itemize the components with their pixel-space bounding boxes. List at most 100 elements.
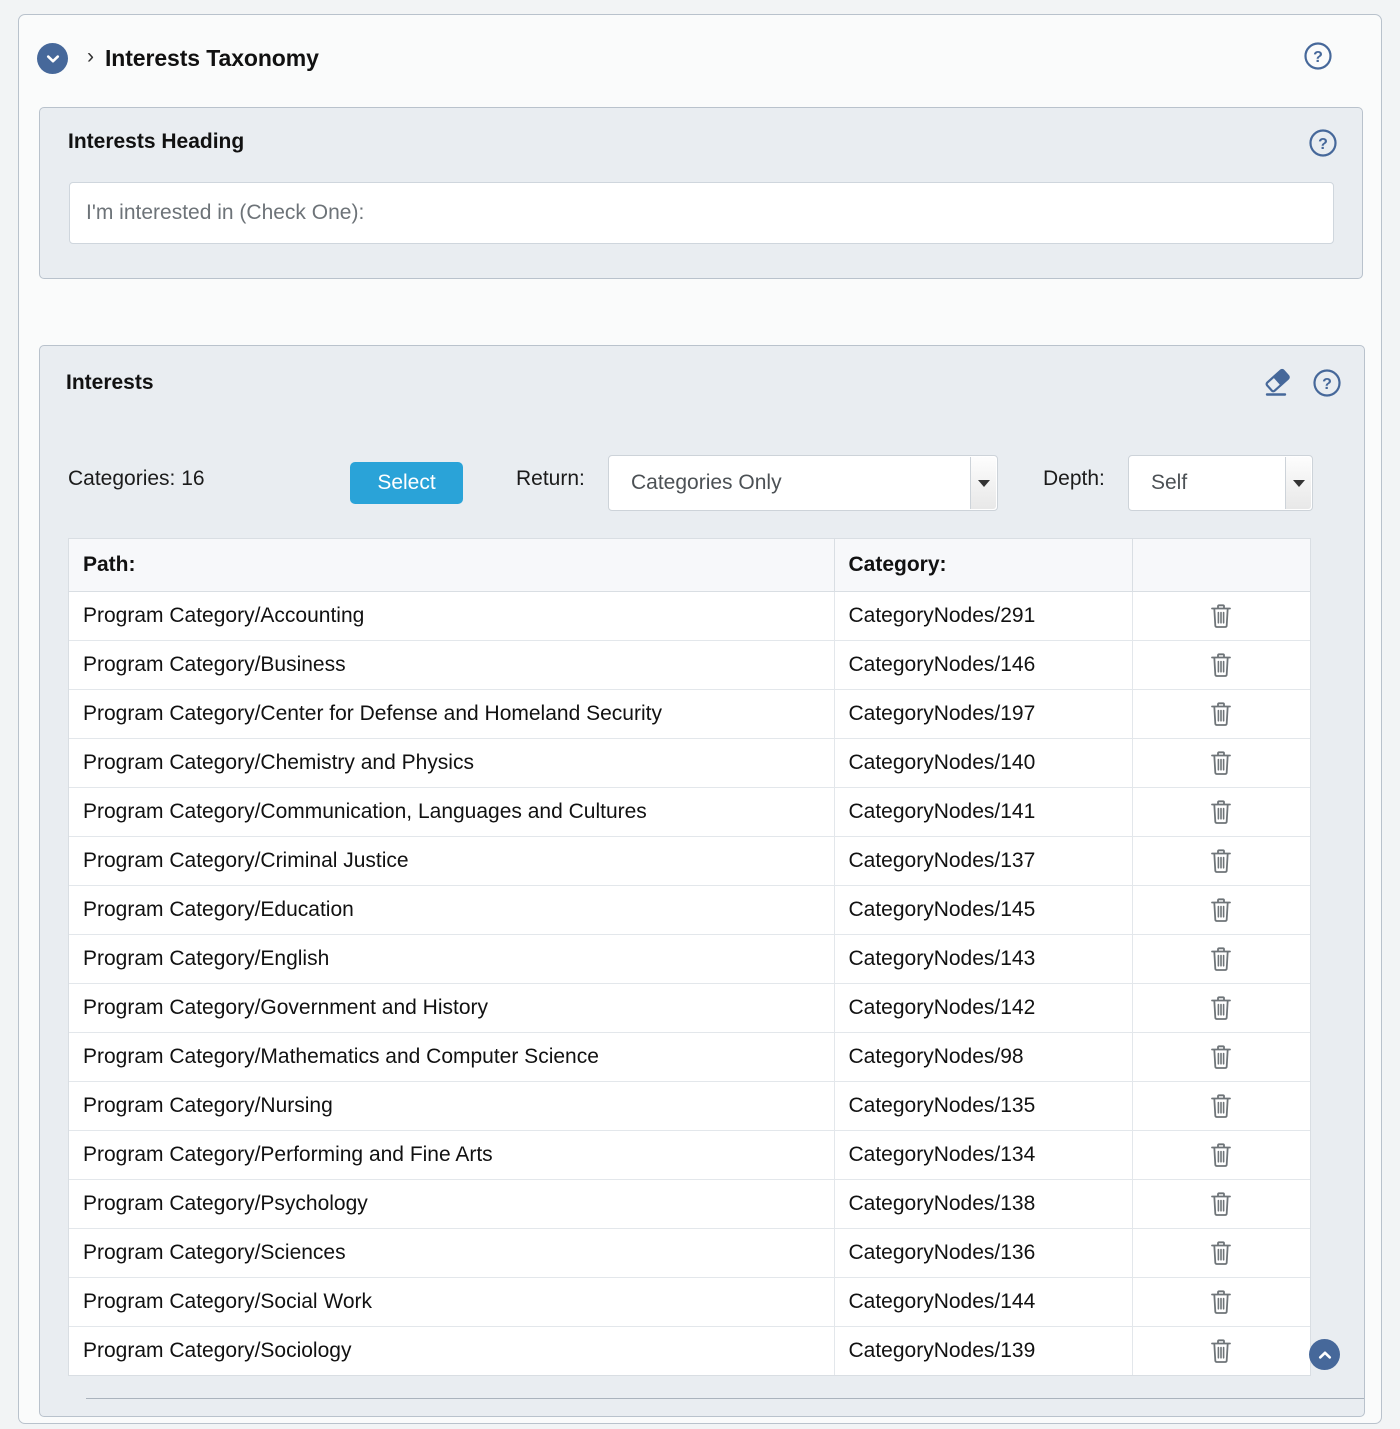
svg-text:?: ? xyxy=(1318,136,1328,153)
trash-icon[interactable] xyxy=(1209,1241,1233,1265)
chevron-down-icon xyxy=(970,457,996,509)
table-row: Program Category/Government and History C… xyxy=(69,983,1310,1033)
cell-actions xyxy=(1132,1032,1310,1082)
svg-text:?: ? xyxy=(1313,49,1323,66)
cell-actions xyxy=(1132,689,1310,739)
cell-path: Program Category/Social Work xyxy=(69,1277,835,1327)
interests-controls: Categories: 16 Select Return: Categories… xyxy=(68,451,1328,513)
table-row: Program Category/Criminal Justice Categor… xyxy=(69,836,1310,886)
cell-category: CategoryNodes/144 xyxy=(834,1277,1133,1327)
return-select[interactable]: Categories Only xyxy=(608,455,998,511)
interests-taxonomy-section: › Interests Taxonomy ? Interests Heading… xyxy=(18,14,1382,1424)
column-header-category: Category: xyxy=(834,539,1133,592)
section-header: › Interests Taxonomy ? xyxy=(19,15,1381,93)
cell-category: CategoryNodes/141 xyxy=(834,787,1133,837)
cell-category: CategoryNodes/139 xyxy=(834,1326,1133,1375)
table-row: Program Category/Communication, Language… xyxy=(69,787,1310,837)
trash-icon[interactable] xyxy=(1209,1192,1233,1216)
cell-path: Program Category/Center for Defense and … xyxy=(69,689,835,739)
cell-path: Program Category/Sociology xyxy=(69,1326,835,1375)
return-label: Return: xyxy=(516,467,585,490)
cell-actions xyxy=(1132,1130,1310,1180)
cell-category: CategoryNodes/197 xyxy=(834,689,1133,739)
interests-panel-title: Interests xyxy=(66,371,154,394)
table-row: Program Category/Education CategoryNodes/… xyxy=(69,885,1310,935)
interests-heading-title: Interests Heading xyxy=(68,130,245,153)
cell-path: Program Category/Psychology xyxy=(69,1179,835,1229)
panel-footer-divider xyxy=(86,1398,1364,1399)
cell-category: CategoryNodes/138 xyxy=(834,1179,1133,1229)
trash-icon[interactable] xyxy=(1209,996,1233,1020)
table-row: Program Category/Chemistry and Physics Ca… xyxy=(69,738,1310,788)
table-row: Program Category/Social Work CategoryNode… xyxy=(69,1277,1310,1327)
trash-icon[interactable] xyxy=(1209,1094,1233,1118)
interests-panel-tools: ? xyxy=(1262,368,1342,398)
trash-icon[interactable] xyxy=(1209,1290,1233,1314)
cell-category: CategoryNodes/134 xyxy=(834,1130,1133,1180)
cell-category: CategoryNodes/137 xyxy=(834,836,1133,886)
categories-count-label: Categories: 16 xyxy=(68,467,205,490)
interests-panel: Interests ? Categories: 16 Select Return… xyxy=(39,345,1365,1417)
table-row: Program Category/Psychology CategoryNodes… xyxy=(69,1179,1310,1229)
table-row: Program Category/Performing and Fine Art… xyxy=(69,1130,1310,1180)
column-header-actions xyxy=(1132,539,1310,592)
cell-category: CategoryNodes/291 xyxy=(834,591,1133,641)
trash-icon[interactable] xyxy=(1209,702,1233,726)
cell-actions xyxy=(1132,787,1310,837)
depth-label: Depth: xyxy=(1043,467,1105,490)
trash-icon[interactable] xyxy=(1209,849,1233,873)
cell-actions xyxy=(1132,983,1310,1033)
cell-actions xyxy=(1132,1081,1310,1131)
cell-category: CategoryNodes/136 xyxy=(834,1228,1133,1278)
trash-icon[interactable] xyxy=(1209,1143,1233,1167)
chevron-up-circle-icon[interactable] xyxy=(1309,1339,1340,1370)
trash-icon[interactable] xyxy=(1209,604,1233,628)
cell-actions xyxy=(1132,1179,1310,1229)
trash-icon[interactable] xyxy=(1209,898,1233,922)
trash-icon[interactable] xyxy=(1209,653,1233,677)
help-circle-icon[interactable]: ? xyxy=(1303,41,1333,71)
return-select-value: Categories Only xyxy=(631,471,782,494)
table-row: Program Category/Sociology CategoryNodes/… xyxy=(69,1326,1310,1375)
cell-category: CategoryNodes/140 xyxy=(834,738,1133,788)
trash-icon[interactable] xyxy=(1209,1045,1233,1069)
cell-actions xyxy=(1132,934,1310,984)
cell-path: Program Category/Government and History xyxy=(69,983,835,1033)
table-row: Program Category/English CategoryNodes/14… xyxy=(69,934,1310,984)
cell-actions xyxy=(1132,591,1310,641)
cell-actions xyxy=(1132,1277,1310,1327)
table-row: Program Category/Business CategoryNodes/1… xyxy=(69,640,1310,690)
cell-category: CategoryNodes/142 xyxy=(834,983,1133,1033)
help-circle-icon[interactable]: ? xyxy=(1308,128,1338,158)
table-row: Program Category/Mathematics and Compute… xyxy=(69,1032,1310,1082)
chevron-down-circle-icon[interactable] xyxy=(37,43,68,74)
interests-heading-panel: Interests Heading ? xyxy=(39,107,1363,279)
depth-select-value: Self xyxy=(1151,471,1188,494)
depth-select[interactable]: Self xyxy=(1128,455,1313,511)
page-title: Interests Taxonomy xyxy=(105,45,319,71)
trash-icon[interactable] xyxy=(1209,751,1233,775)
table-row: Program Category/Center for Defense and … xyxy=(69,689,1310,739)
table-row: Program Category/Sciences CategoryNodes/1… xyxy=(69,1228,1310,1278)
interests-heading-input[interactable] xyxy=(69,182,1334,244)
svg-text:?: ? xyxy=(1322,376,1332,393)
table-header-row: Path: Category: xyxy=(69,539,1310,592)
cell-actions xyxy=(1132,1228,1310,1278)
cell-path: Program Category/Business xyxy=(69,640,835,690)
breadcrumb-separator: › xyxy=(87,45,94,68)
cell-category: CategoryNodes/135 xyxy=(834,1081,1133,1131)
cell-actions xyxy=(1132,738,1310,788)
cell-actions xyxy=(1132,885,1310,935)
trash-icon[interactable] xyxy=(1209,800,1233,824)
help-circle-icon[interactable]: ? xyxy=(1312,368,1342,398)
cell-path: Program Category/Criminal Justice xyxy=(69,836,835,886)
eraser-icon[interactable] xyxy=(1262,368,1294,398)
select-button[interactable]: Select xyxy=(350,462,463,504)
trash-icon[interactable] xyxy=(1209,1339,1233,1363)
trash-icon[interactable] xyxy=(1209,947,1233,971)
cell-path: Program Category/Communication, Language… xyxy=(69,787,835,837)
cell-actions xyxy=(1132,640,1310,690)
cell-path: Program Category/Mathematics and Compute… xyxy=(69,1032,835,1082)
cell-path: Program Category/Sciences xyxy=(69,1228,835,1278)
column-header-path: Path: xyxy=(69,539,835,592)
